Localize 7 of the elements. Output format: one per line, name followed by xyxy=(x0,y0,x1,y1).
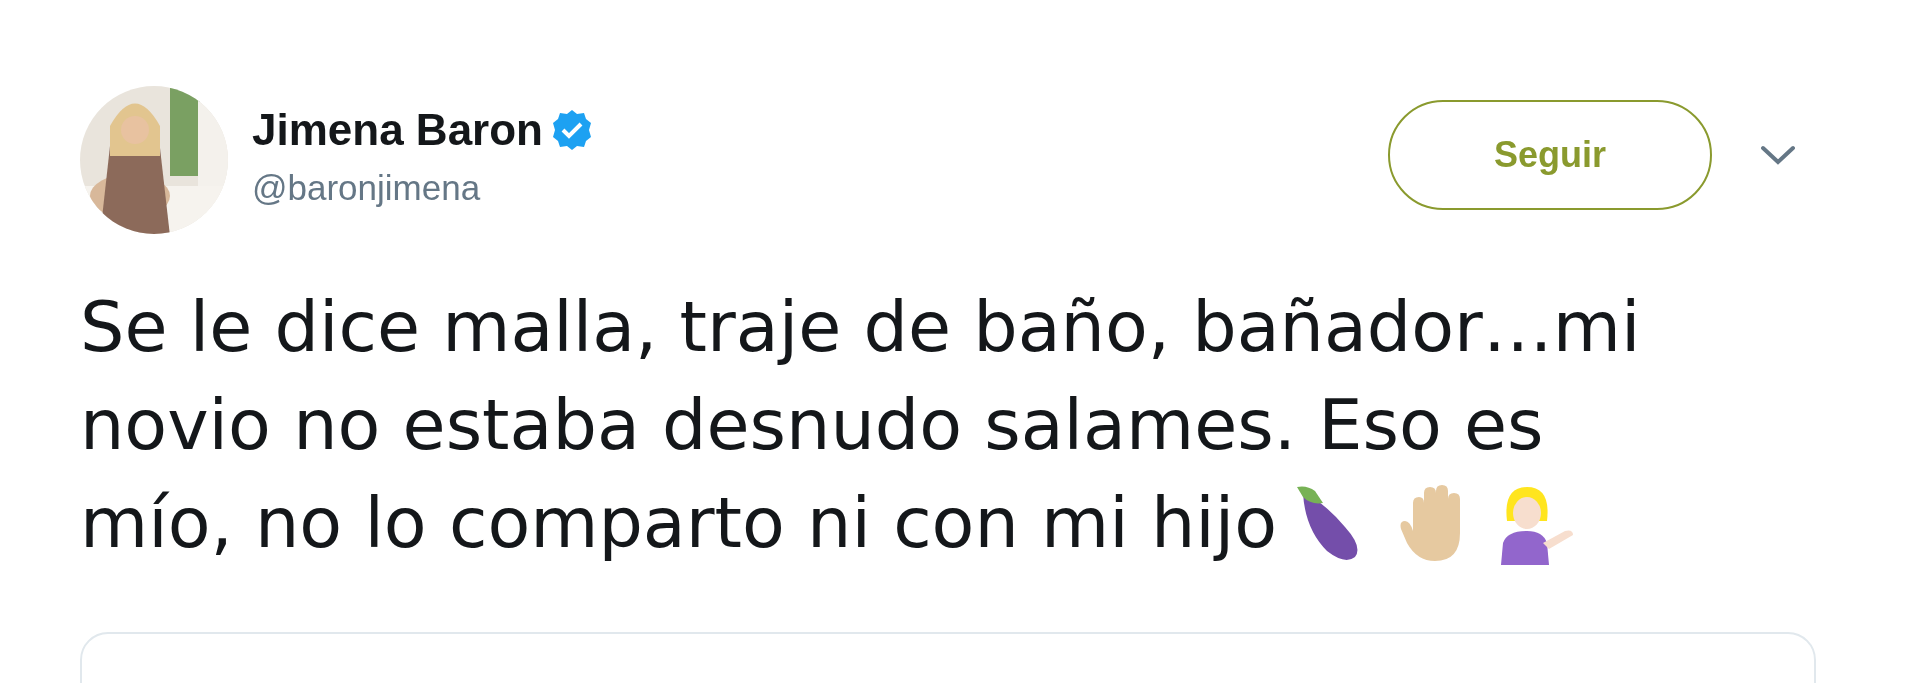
tweet-text-line: novio no estaba desnudo salames. Eso es xyxy=(80,383,1544,468)
chevron-down-icon[interactable] xyxy=(1760,145,1796,165)
tweet-text-line: Se le dice malla, traje de baño, bañador…mi xyxy=(80,285,1641,370)
follow-button[interactable]: Seguir xyxy=(1388,100,1712,210)
author-handle[interactable]: @baronjimena xyxy=(252,161,593,215)
tweet-text-line: mío, no lo comparto ni con mi hijo xyxy=(80,481,1278,566)
author-name[interactable]: Jimena Baron xyxy=(252,105,543,154)
